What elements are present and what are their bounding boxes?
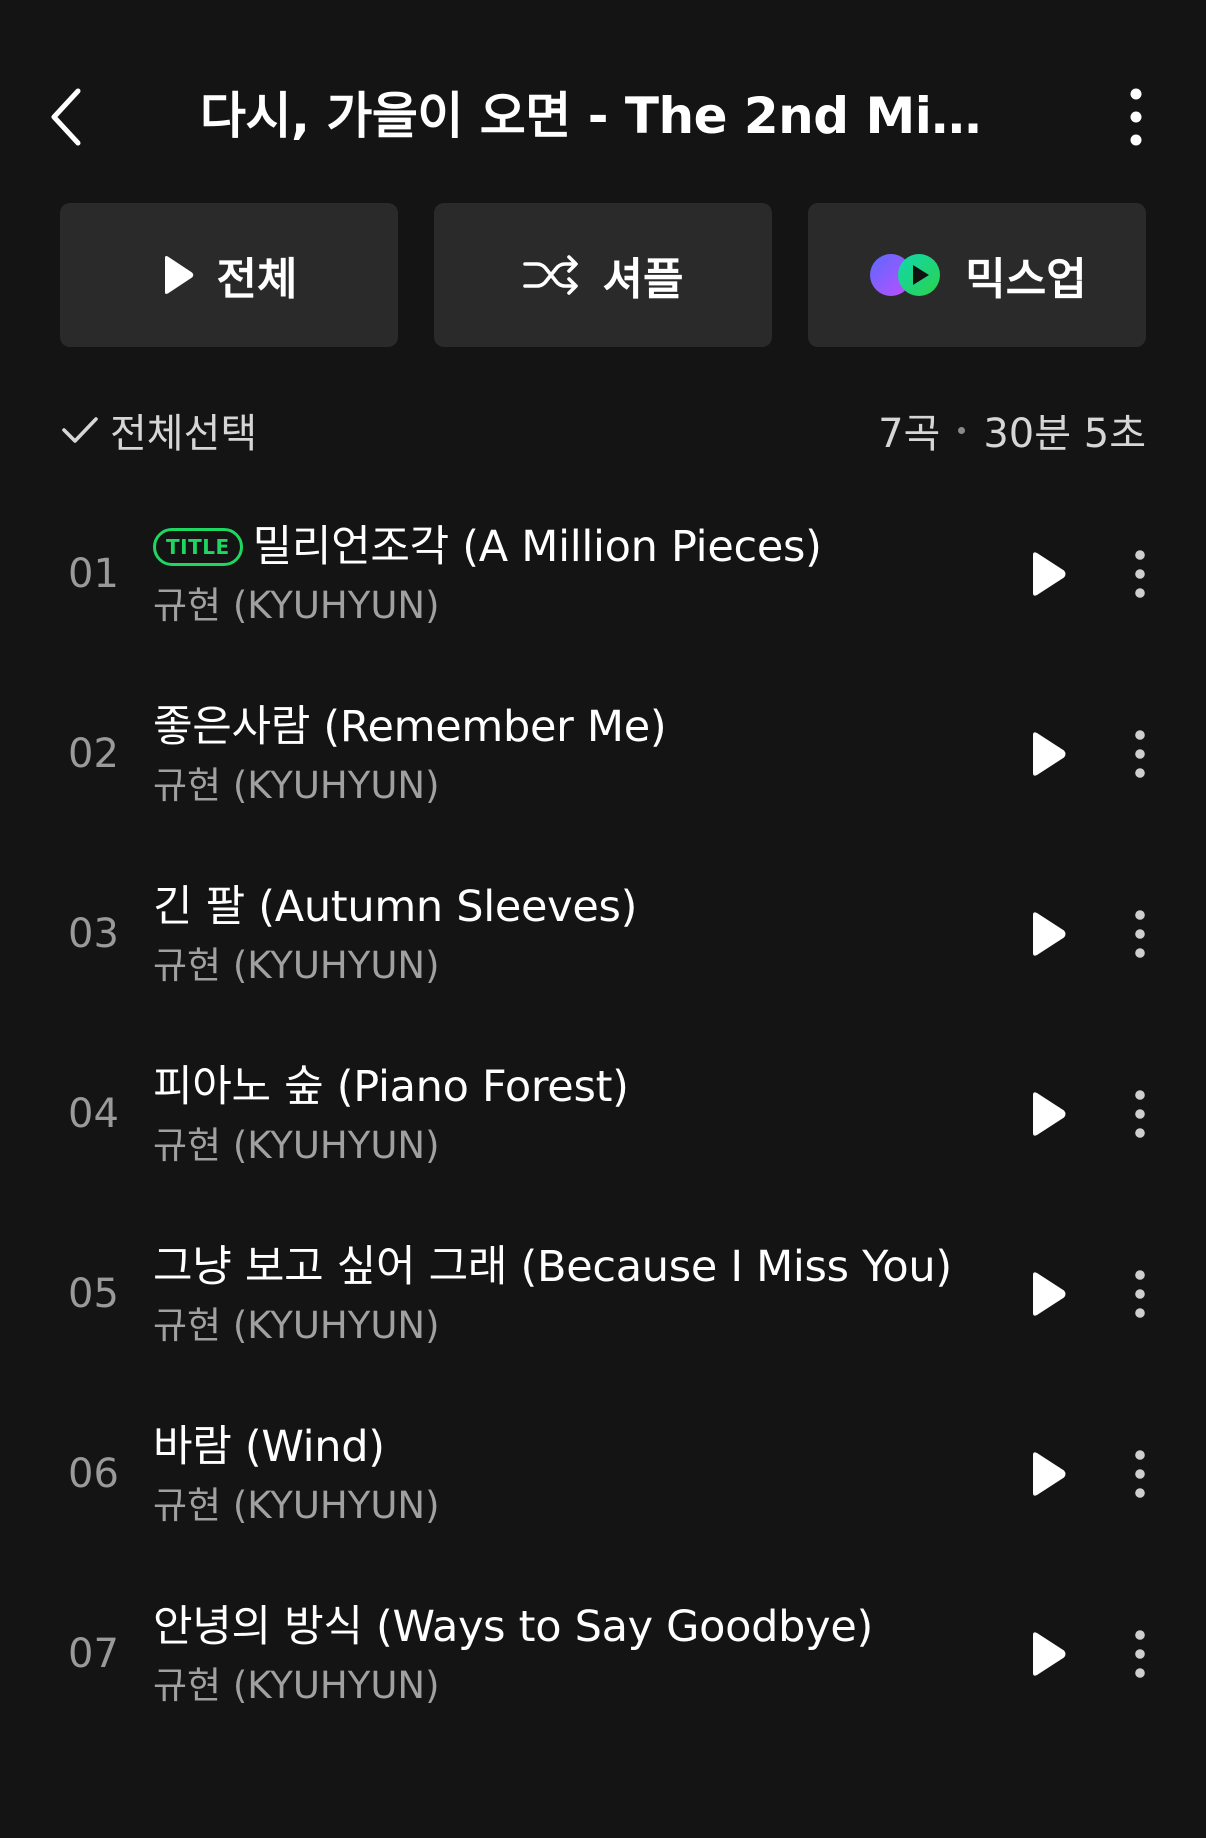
track-artist[interactable]: 규현 (KYUHYUN) <box>153 581 440 631</box>
mixup-button[interactable]: 믹스업 <box>808 203 1146 347</box>
track-number: 07 <box>68 1631 119 1677</box>
track-more-button[interactable] <box>1120 899 1160 969</box>
vertical-dots-icon <box>1135 1270 1145 1318</box>
track-row[interactable]: 02 좋은사람 (Remember Me) 규현 (KYUHYUN) <box>0 677 1206 857</box>
track-artist[interactable]: 규현 (KYUHYUN) <box>153 1481 440 1531</box>
track-row[interactable]: 01 TITLE 밀리언조각 (A Million Pieces) 규현 (KY… <box>0 497 1206 677</box>
title-badge: TITLE <box>153 528 243 566</box>
chevron-left-icon <box>51 88 81 146</box>
play-icon <box>1033 1452 1066 1496</box>
more-options-button[interactable] <box>1108 82 1164 152</box>
track-artist[interactable]: 규현 (KYUHYUN) <box>153 1121 440 1171</box>
track-title: 바람 (Wind) <box>153 1422 385 1472</box>
track-title-row: 좋은사람 (Remember Me) <box>153 699 667 755</box>
track-play-button[interactable] <box>1016 719 1080 789</box>
track-row[interactable]: 07 안녕의 방식 (Ways to Say Goodbye) 규현 (KYUH… <box>0 1577 1206 1757</box>
track-row[interactable]: 06 바람 (Wind) 규현 (KYUHYUN) <box>0 1397 1206 1577</box>
track-title-row: 그냥 보고 싶어 그래 (Because I Miss You) <box>153 1239 952 1295</box>
page-title: 다시, 가을이 오면 - The 2nd Mini... <box>200 87 1000 145</box>
vertical-dots-icon <box>1135 730 1145 778</box>
select-all-label: 전체선택 <box>110 411 258 457</box>
track-number: 05 <box>68 1271 119 1317</box>
select-all-button[interactable]: 전체선택 <box>60 400 257 460</box>
track-artist[interactable]: 규현 (KYUHYUN) <box>153 941 440 991</box>
track-number: 06 <box>68 1451 119 1497</box>
track-more-button[interactable] <box>1120 1079 1160 1149</box>
vertical-dots-icon <box>1135 1450 1145 1498</box>
track-play-button[interactable] <box>1016 1619 1080 1689</box>
track-summary: 7곡 30분 5초 <box>878 400 1146 460</box>
track-title: 안녕의 방식 (Ways to Say Goodbye) <box>153 1602 873 1652</box>
track-play-button[interactable] <box>1016 1259 1080 1329</box>
vertical-dots-icon <box>1135 1090 1145 1138</box>
track-title-row: 피아노 숲 (Piano Forest) <box>153 1059 629 1115</box>
play-icon <box>1033 1632 1066 1676</box>
track-title: 좋은사람 (Remember Me) <box>153 702 667 752</box>
track-title: 밀리언조각 (A Million Pieces) <box>252 522 822 572</box>
play-all-button[interactable]: 전체 <box>60 203 398 347</box>
mixup-icon <box>870 254 941 296</box>
track-play-button[interactable] <box>1016 899 1080 969</box>
shuffle-icon <box>522 255 578 295</box>
track-list: 01 TITLE 밀리언조각 (A Million Pieces) 규현 (KY… <box>0 497 1206 1757</box>
track-more-button[interactable] <box>1120 1619 1160 1689</box>
play-icon <box>1033 912 1066 956</box>
vertical-dots-icon <box>1135 550 1145 598</box>
shuffle-label: 셔플 <box>602 254 684 305</box>
vertical-dots-icon <box>1135 910 1145 958</box>
track-play-button[interactable] <box>1016 539 1080 609</box>
track-title-row: 긴 팔 (Autumn Sleeves) <box>153 879 637 935</box>
track-more-button[interactable] <box>1120 1259 1160 1329</box>
track-title: 피아노 숲 (Piano Forest) <box>153 1062 629 1112</box>
track-more-button[interactable] <box>1120 1439 1160 1509</box>
track-row[interactable]: 04 피아노 숲 (Piano Forest) 규현 (KYUHYUN) <box>0 1037 1206 1217</box>
track-play-button[interactable] <box>1016 1439 1080 1509</box>
action-buttons: 전체 셔플 믹스업 <box>60 203 1146 347</box>
vertical-dots-icon <box>1135 1630 1145 1678</box>
header: 다시, 가을이 오면 - The 2nd Mini... <box>0 0 1206 230</box>
track-number: 01 <box>68 551 119 597</box>
shuffle-button[interactable]: 셔플 <box>434 203 772 347</box>
total-duration: 30분 5초 <box>983 411 1146 457</box>
checkmark-icon <box>62 417 98 443</box>
track-more-button[interactable] <box>1120 719 1160 789</box>
track-play-button[interactable] <box>1016 1079 1080 1149</box>
mixup-label: 믹스업 <box>965 254 1087 305</box>
track-number: 04 <box>68 1091 119 1137</box>
track-more-button[interactable] <box>1120 539 1160 609</box>
play-all-label: 전체 <box>216 254 298 305</box>
track-title: 그냥 보고 싶어 그래 (Because I Miss You) <box>153 1242 952 1292</box>
track-title: 긴 팔 (Autumn Sleeves) <box>153 882 638 932</box>
play-icon <box>1033 1092 1066 1136</box>
track-row[interactable]: 03 긴 팔 (Autumn Sleeves) 규현 (KYUHYUN) <box>0 857 1206 1037</box>
separator-dot <box>958 426 966 434</box>
back-button[interactable] <box>38 82 94 152</box>
track-row[interactable]: 05 그냥 보고 싶어 그래 (Because I Miss You) 규현 (… <box>0 1217 1206 1397</box>
track-artist[interactable]: 규현 (KYUHYUN) <box>153 1301 440 1351</box>
select-row: 전체선택 7곡 30분 5초 <box>60 400 1146 460</box>
track-title-row: TITLE 밀리언조각 (A Million Pieces) <box>153 519 822 575</box>
track-title-row: 안녕의 방식 (Ways to Say Goodbye) <box>153 1599 873 1655</box>
vertical-dots-icon <box>1130 88 1142 146</box>
track-number: 02 <box>68 731 119 777</box>
track-artist[interactable]: 규현 (KYUHYUN) <box>153 1661 440 1711</box>
track-title-row: 바람 (Wind) <box>153 1419 385 1475</box>
play-icon <box>1033 732 1066 776</box>
track-number: 03 <box>68 911 119 957</box>
track-count: 7곡 <box>878 411 941 457</box>
play-icon <box>164 256 193 294</box>
play-icon <box>1033 1272 1066 1316</box>
track-artist[interactable]: 규현 (KYUHYUN) <box>153 761 440 811</box>
play-icon <box>1033 552 1066 596</box>
